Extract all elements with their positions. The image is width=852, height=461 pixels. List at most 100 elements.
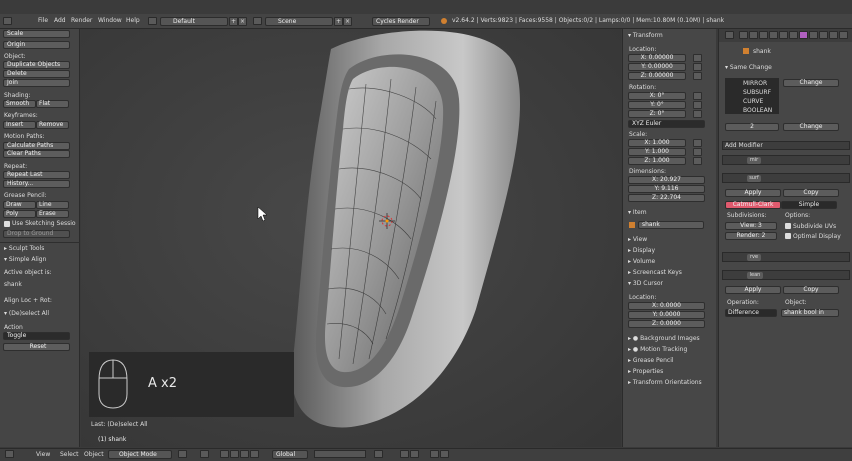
same-change-header[interactable]: ▾ Same Change bbox=[725, 64, 772, 71]
volume-panel-header[interactable]: ▸ Volume bbox=[628, 258, 655, 265]
view-level-field[interactable]: View: 3 bbox=[725, 222, 777, 230]
modifiers-tab-icon[interactable] bbox=[789, 31, 798, 39]
poly-button[interactable]: Poly bbox=[3, 210, 36, 218]
layout-close-icon[interactable]: × bbox=[238, 17, 247, 26]
menu-add[interactable]: Add bbox=[54, 17, 66, 24]
lock-layers-icon[interactable] bbox=[374, 450, 383, 458]
lock-icon[interactable] bbox=[693, 139, 702, 147]
calculate-paths-button[interactable]: Calculate Paths bbox=[3, 142, 70, 150]
lock-icon[interactable] bbox=[693, 54, 702, 62]
transform-header[interactable]: ▾ Transform bbox=[628, 32, 663, 39]
modifier-header-curve[interactable] bbox=[722, 252, 850, 262]
constraints-tab-icon[interactable] bbox=[779, 31, 788, 39]
mod-subsurf[interactable]: SUBSURF bbox=[743, 89, 771, 96]
repeat-last-button[interactable]: Repeat Last bbox=[3, 171, 70, 179]
location-x-field[interactable]: X: 0.00000 bbox=[628, 54, 686, 62]
lock-icon[interactable] bbox=[693, 110, 702, 118]
opengl-render-icon[interactable] bbox=[440, 450, 449, 458]
dimension-x-field[interactable]: X: 20.927 bbox=[628, 176, 705, 184]
mod-mirror[interactable]: MIRROR bbox=[743, 80, 767, 87]
subdivide-uvs-checkbox[interactable] bbox=[785, 223, 791, 229]
menu-select[interactable]: Select bbox=[60, 451, 79, 458]
modifier-header-mirror[interactable] bbox=[722, 155, 850, 165]
wrench-icon[interactable] bbox=[799, 31, 808, 39]
level-field[interactable]: 2 bbox=[725, 123, 779, 131]
history-button[interactable]: History... bbox=[3, 180, 70, 188]
physics-tab-icon[interactable] bbox=[839, 31, 848, 39]
menu-help[interactable]: Help bbox=[126, 17, 140, 24]
layout-field[interactable]: Default bbox=[160, 17, 228, 26]
modifier-name-boolean[interactable]: lean bbox=[747, 272, 763, 279]
remove-keyframe-button[interactable]: Remove bbox=[36, 121, 69, 129]
display-panel-header[interactable]: ▸ Display bbox=[628, 247, 655, 254]
scene-close-icon[interactable]: × bbox=[343, 17, 352, 26]
origin-button[interactable]: Origin bbox=[3, 41, 70, 49]
scale-button[interactable]: Scale bbox=[3, 30, 70, 38]
menu-file[interactable]: File bbox=[38, 17, 48, 24]
draw-button[interactable]: Draw bbox=[3, 201, 36, 209]
insert-keyframe-button[interactable]: Insert bbox=[3, 121, 36, 129]
clear-paths-button[interactable]: Clear Paths bbox=[3, 150, 70, 158]
transform-orientations-header[interactable]: ▸ Transform Orientations bbox=[628, 379, 702, 386]
scene-field[interactable]: Scene bbox=[265, 17, 333, 26]
smooth-button[interactable]: Smooth bbox=[3, 100, 36, 108]
join-button[interactable]: Join bbox=[3, 79, 70, 87]
rotation-mode-select[interactable]: XYZ Euler bbox=[628, 120, 705, 128]
delete-button[interactable]: Delete bbox=[3, 70, 70, 78]
modifier-name-subsurf[interactable]: surf bbox=[747, 175, 761, 182]
manipulator-icon[interactable] bbox=[220, 450, 229, 458]
screencast-panel-header[interactable]: ▸ Screencast Keys bbox=[628, 269, 682, 276]
lock-icon[interactable] bbox=[693, 92, 702, 100]
3d-cursor-panel-header[interactable]: ▾ 3D Cursor bbox=[628, 280, 663, 287]
background-images-header[interactable]: ▸ ● Background Images bbox=[628, 335, 700, 342]
data-tab-icon[interactable] bbox=[809, 31, 818, 39]
lock-icon[interactable] bbox=[693, 148, 702, 156]
use-sketching-checkbox[interactable] bbox=[4, 221, 10, 227]
modifier-header-boolean[interactable] bbox=[722, 270, 850, 280]
duplicate-button[interactable]: Duplicate Objects bbox=[3, 61, 70, 69]
scene-add-icon[interactable]: + bbox=[334, 17, 343, 26]
operation-select[interactable]: Difference bbox=[725, 309, 777, 317]
layer-buttons[interactable] bbox=[314, 450, 366, 458]
action-select[interactable]: Toggle bbox=[3, 332, 70, 340]
rotation-z-field[interactable]: Z: 0° bbox=[628, 110, 686, 118]
rotation-y-field[interactable]: Y: 0° bbox=[628, 101, 686, 109]
simple-align-header[interactable]: ▾ Simple Align bbox=[4, 256, 46, 263]
translate-icon[interactable] bbox=[230, 450, 239, 458]
texture-tab-icon[interactable] bbox=[829, 31, 838, 39]
modifier-name-curve[interactable]: rve bbox=[747, 254, 761, 261]
item-name-field[interactable]: shank bbox=[638, 221, 704, 229]
scale-y-field[interactable]: Y: 1.000 bbox=[628, 148, 686, 156]
menu-object[interactable]: Object bbox=[84, 451, 104, 458]
location-y-field[interactable]: Y: 0.00000 bbox=[628, 63, 686, 71]
menu-render[interactable]: Render bbox=[71, 17, 92, 24]
render-engine-select[interactable]: Cycles Render bbox=[372, 17, 430, 26]
location-z-field[interactable]: Z: 0.00000 bbox=[628, 72, 686, 80]
dimension-z-field[interactable]: Z: 22.704 bbox=[628, 194, 705, 202]
scale-z-field[interactable]: Z: 1.000 bbox=[628, 157, 686, 165]
snap-icon[interactable] bbox=[400, 450, 409, 458]
render-tab-icon[interactable] bbox=[739, 31, 748, 39]
sculpt-tools-header[interactable]: ▸ Sculpt Tools bbox=[4, 245, 44, 252]
view-panel-header[interactable]: ▸ View bbox=[628, 236, 647, 243]
scene-icon[interactable] bbox=[253, 17, 262, 25]
mod-boolean[interactable]: BOOLEAN bbox=[743, 107, 772, 114]
item-header[interactable]: ▾ Item bbox=[628, 209, 647, 216]
optimal-display-checkbox[interactable] bbox=[785, 233, 791, 239]
mode-select[interactable]: Object Mode bbox=[108, 450, 172, 459]
line-button[interactable]: Line bbox=[36, 201, 69, 209]
material-tab-icon[interactable] bbox=[819, 31, 828, 39]
properties-panel-header[interactable]: ▸ Properties bbox=[628, 368, 663, 375]
rotate-icon[interactable] bbox=[240, 450, 249, 458]
scale-icon[interactable] bbox=[250, 450, 259, 458]
mod-curve[interactable]: CURVE bbox=[743, 98, 763, 105]
flat-button[interactable]: Flat bbox=[36, 100, 69, 108]
modifier-header-subsurf[interactable] bbox=[722, 173, 850, 183]
orientation-select[interactable]: Global bbox=[272, 450, 308, 459]
scene-tab-icon[interactable] bbox=[749, 31, 758, 39]
simple-button[interactable]: Simple bbox=[781, 201, 837, 209]
pivot-icon[interactable] bbox=[200, 450, 209, 458]
catmull-clark-button[interactable]: Catmull-Clark bbox=[725, 201, 781, 209]
lock-icon[interactable] bbox=[693, 63, 702, 71]
layout-icon[interactable] bbox=[148, 17, 157, 25]
